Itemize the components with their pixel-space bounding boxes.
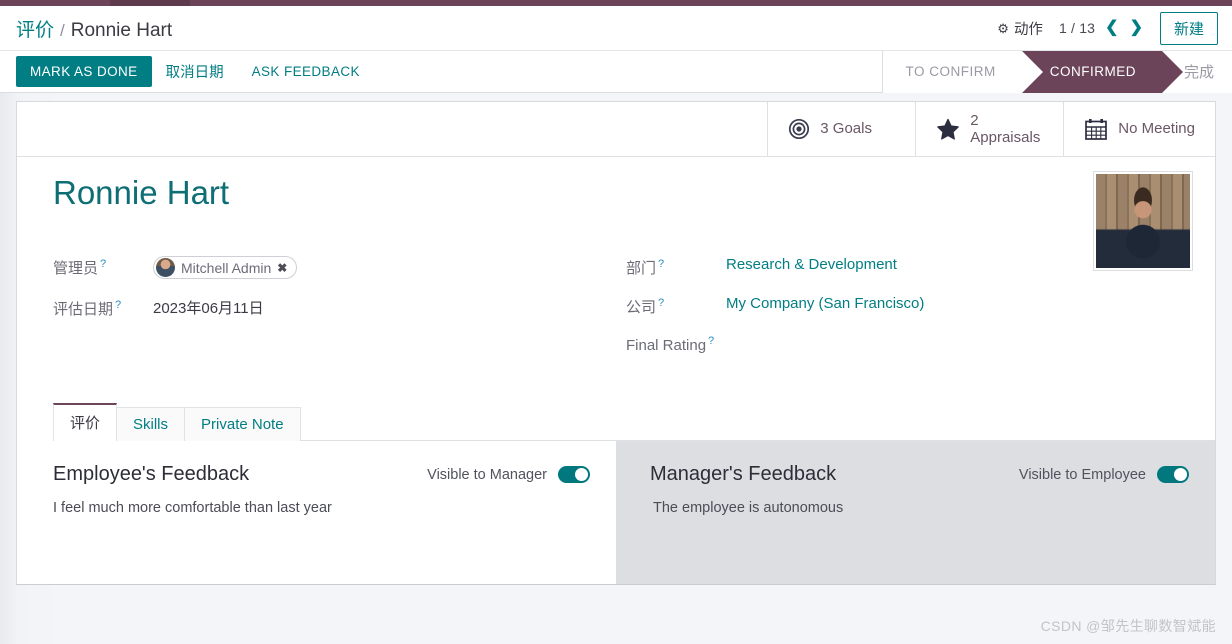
field-department-label-text: 部门 — [626, 260, 657, 278]
pager: 1 / 13 ❮ ❯ — [1058, 20, 1144, 37]
employee-avatar-frame[interactable] — [1093, 171, 1193, 271]
manager-feedback-pane: Manager's Feedback Visible to Employee T… — [616, 441, 1215, 584]
field-final-rating: Final Rating? — [626, 333, 1179, 357]
form-sheet: 3 Goals 2 Appraisals No Meeting Ronnie H… — [16, 101, 1216, 585]
gear-icon: ⚙ — [997, 20, 1009, 36]
field-manager-value[interactable]: Mitchell Admin ✖ — [153, 255, 298, 281]
field-manager-label: 管理员? — [53, 255, 153, 278]
field-column-left: 管理员? Mitchell Admin ✖ 评估日期 ? 2023年06月11日 — [53, 255, 616, 372]
employee-photo — [1096, 174, 1190, 268]
notebook: 评价 Skills Private Note — [17, 402, 1215, 442]
help-icon[interactable]: ? — [658, 258, 664, 270]
tab-skills[interactable]: Skills — [116, 407, 186, 442]
breadcrumb-separator: / — [60, 20, 65, 40]
smart-button-meeting-line1: No Meeting — [1118, 120, 1195, 138]
visible-to-manager-toggle[interactable] — [558, 466, 590, 484]
cancel-date-button[interactable]: 取消日期 — [152, 55, 238, 88]
field-manager-label-text: 管理员 — [53, 260, 99, 278]
manager-feedback-body[interactable]: The employee is autonomous — [653, 500, 1189, 516]
smart-button-goals-line1: 3 Goals — [820, 120, 872, 138]
smart-button-goals[interactable]: 3 Goals — [767, 102, 915, 156]
new-record-button[interactable]: 新建 — [1159, 11, 1218, 45]
field-appraisal-date-label-text: 评估日期 — [53, 301, 114, 319]
help-icon[interactable]: ? — [708, 335, 714, 347]
breadcrumb-current: Ronnie Hart — [70, 19, 173, 41]
stage-to-confirm[interactable]: TO CONFIRM — [883, 50, 1022, 93]
star-icon — [936, 118, 960, 141]
visible-to-employee-label: Visible to Employee — [1018, 466, 1146, 483]
field-appraisal-date: 评估日期? 2023年06月11日 — [53, 296, 616, 320]
pager-next-icon[interactable]: ❯ — [1129, 20, 1144, 36]
mark-as-done-button[interactable]: MARK AS DONE — [16, 56, 152, 87]
smart-button-goals-text: 3 Goals — [820, 120, 872, 137]
employee-feedback-body[interactable]: I feel much more comfortable than last y… — [53, 500, 590, 516]
feedback-row: Employee's Feedback Visible to Manager I… — [17, 441, 1215, 584]
field-company-value[interactable]: My Company (San Francisco) — [726, 294, 924, 312]
smart-button-appraisals[interactable]: 2 Appraisals — [915, 102, 1063, 156]
help-icon[interactable]: ? — [100, 258, 106, 270]
employee-feedback-title: Employee's Feedback — [53, 463, 250, 486]
visible-to-employee-group: Visible to Employee — [1018, 466, 1189, 484]
manager-feedback-title: Manager's Feedback — [650, 463, 837, 486]
field-company-label-text: 公司 — [626, 299, 657, 317]
status-action-bar: MARK AS DONE 取消日期 ASK FEEDBACK TO CONFIR… — [0, 50, 1232, 93]
action-menu-button[interactable]: ⚙ 动作 — [997, 18, 1043, 39]
visible-to-manager-label: Visible to Manager — [427, 466, 547, 483]
tab-appraisal[interactable]: 评价 — [53, 403, 118, 442]
manager-tag-label: Mitchell Admin — [181, 259, 272, 276]
avatar — [156, 258, 175, 278]
employee-feedback-header: Employee's Feedback Visible to Manager — [53, 463, 590, 486]
calendar-icon — [1084, 118, 1108, 141]
help-icon[interactable]: ? — [115, 299, 121, 311]
help-icon[interactable]: ? — [658, 297, 664, 309]
field-column-right: 部门? Research & Development 公司? My Compan… — [616, 255, 1179, 372]
sheet-wrapper: 3 Goals 2 Appraisals No Meeting Ronnie H… — [0, 93, 1232, 644]
employee-feedback-pane: Employee's Feedback Visible to Manager I… — [17, 441, 616, 584]
field-manager: 管理员? Mitchell Admin ✖ — [53, 255, 616, 281]
field-final-rating-label: Final Rating? — [626, 333, 741, 354]
field-department-value[interactable]: Research & Development — [726, 255, 897, 273]
field-columns: 管理员? Mitchell Admin ✖ 评估日期 ? 2023年06月11日… — [53, 255, 1179, 372]
watermark: CSDN @邹先生聊数智斌能 — [1040, 618, 1216, 634]
manager-tag[interactable]: Mitchell Admin ✖ — [153, 256, 298, 280]
smart-button-appraisals-text: 2 Appraisals — [970, 112, 1040, 147]
smart-button-box: 3 Goals 2 Appraisals No Meeting — [17, 102, 1215, 157]
visible-to-employee-toggle[interactable] — [1157, 466, 1189, 484]
field-appraisal-date-value[interactable]: 2023年06月11日 — [153, 296, 264, 318]
breadcrumb-root[interactable]: 评价 — [16, 15, 54, 42]
status-stage-bar: TO CONFIRM CONFIRMED 完成 — [882, 50, 1232, 93]
pager-previous-icon[interactable]: ❮ — [1104, 20, 1119, 36]
field-appraisal-date-label: 评估日期? — [53, 296, 153, 319]
ask-feedback-button[interactable]: ASK FEEDBACK — [238, 58, 374, 85]
control-panel: 评价 / Ronnie Hart ⚙ 动作 1 / 13 ❮ ❯ 新建 — [0, 6, 1232, 51]
smart-button-meeting[interactable]: No Meeting — [1063, 102, 1215, 156]
smart-button-appraisals-count: 2 — [970, 111, 979, 129]
manager-feedback-header: Manager's Feedback Visible to Employee — [650, 463, 1189, 486]
field-final-rating-label-text: Final Rating — [626, 337, 707, 355]
stage-confirmed[interactable]: CONFIRMED — [1021, 50, 1184, 93]
form-body: Ronnie Hart 管理员? Mitchell Admin ✖ 评估日期 ?… — [17, 157, 1215, 372]
breadcrumb: 评价 / Ronnie Hart — [16, 15, 172, 42]
page-title: Ronnie Hart — [53, 174, 230, 211]
field-company: 公司? My Company (San Francisco) — [626, 294, 1179, 318]
close-icon[interactable]: ✖ — [277, 261, 287, 275]
action-menu-label: 动作 — [1013, 21, 1043, 38]
smart-button-meeting-text: No Meeting — [1118, 120, 1195, 137]
notebook-tabs: 评价 Skills Private Note — [53, 402, 1215, 442]
smart-button-appraisals-label: Appraisals — [970, 129, 1041, 146]
field-company-label: 公司? — [626, 294, 726, 317]
pager-count: 1 / 13 — [1058, 20, 1096, 36]
app-root: 评价 / Ronnie Hart ⚙ 动作 1 / 13 ❮ ❯ 新建 MARK… — [0, 0, 1232, 644]
target-icon — [788, 118, 810, 140]
tab-private-note[interactable]: Private Note — [184, 407, 301, 442]
field-department-label: 部门? — [626, 255, 726, 278]
visible-to-manager-group: Visible to Manager — [427, 466, 590, 484]
